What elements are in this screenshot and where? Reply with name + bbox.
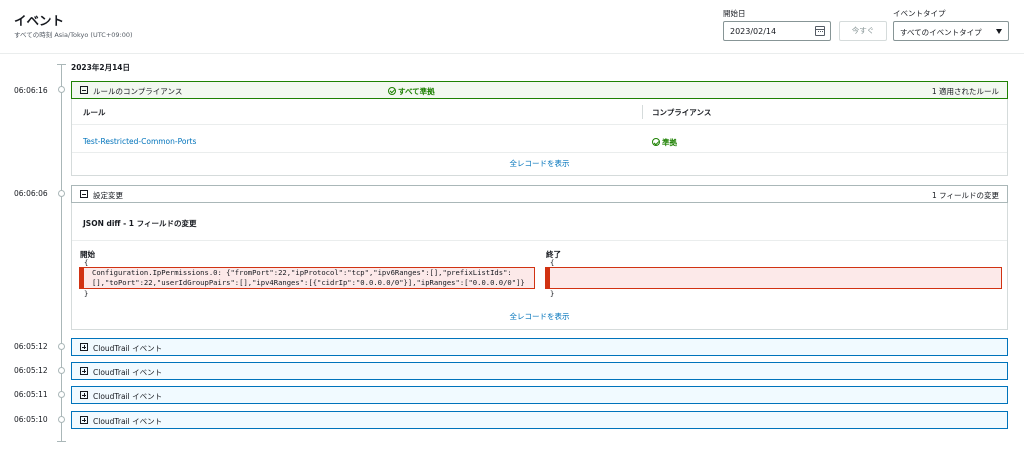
diff-heading-text: JSON diff - 1 フィールドの変更 — [83, 219, 197, 228]
event-time: 06:06:16 — [14, 86, 48, 95]
collapse-icon[interactable] — [80, 190, 88, 198]
timeline-dot — [58, 391, 65, 398]
event-time: 06:05:12 — [14, 366, 48, 375]
cloudtrail-event-header[interactable]: CloudTrail イベント — [71, 338, 1008, 356]
config-event-body: JSON diff - 1 フィールドの変更 開始 終了 { Configura… — [71, 203, 1008, 330]
start-date-label: 開始日 — [723, 9, 746, 18]
diff-heading: JSON diff - 1 フィールドの変更 — [72, 203, 1007, 241]
diff-before-line: Configuration.IpPermissions.0: {"fromPor… — [92, 268, 512, 277]
timeline-end-cap — [57, 441, 66, 442]
event-time: 06:05:10 — [14, 415, 48, 424]
compliance-event-title: ルールのコンプライアンス — [93, 86, 183, 96]
expand-icon[interactable] — [80, 416, 88, 424]
page-title: イベント — [14, 13, 65, 28]
start-date-value: 2023/02/14 — [730, 27, 777, 36]
timeline-dot — [58, 343, 65, 350]
check-circle-icon — [652, 138, 660, 146]
view-all-records-link[interactable]: 全レコードを表示 — [72, 311, 1007, 322]
timeline-start-cap — [57, 64, 66, 65]
expand-icon[interactable] — [80, 343, 88, 351]
cloudtrail-event-title: CloudTrail イベント — [93, 391, 163, 401]
calendar-icon[interactable] — [815, 26, 825, 36]
event-type-label: イベントタイプ — [893, 9, 946, 18]
config-summary: 1 フィールドの変更 — [931, 190, 999, 200]
column-header-rule: ルール — [83, 108, 106, 117]
caret-down-icon — [996, 29, 1002, 34]
rule-link[interactable]: Test-Restricted-Common-Ports — [83, 137, 196, 146]
timeline-dot — [58, 190, 65, 197]
compliance-status: すべて準拠 — [388, 86, 435, 97]
config-event-header[interactable]: 設定変更 1 フィールドの変更 — [71, 185, 1008, 203]
diff-before-close: } — [84, 289, 89, 298]
start-date-input[interactable]: 2023/02/14 — [723, 21, 831, 41]
config-event-title: 設定変更 — [93, 190, 123, 200]
timeline-date-heading: 2023年2月14日 — [71, 63, 131, 72]
cloudtrail-event-title: CloudTrail イベント — [93, 367, 163, 377]
check-circle-icon — [388, 86, 396, 95]
expand-icon[interactable] — [80, 367, 88, 375]
view-all-records-link[interactable]: 全レコードを表示 — [72, 158, 1007, 169]
compliance-summary: 1 適用されたルール — [931, 86, 999, 96]
table-row: Test-Restricted-Common-Ports 準拠 — [72, 129, 1007, 153]
cloudtrail-event-header[interactable]: CloudTrail イベント — [71, 386, 1008, 404]
collapse-icon[interactable] — [80, 86, 88, 94]
expand-icon[interactable] — [80, 391, 88, 399]
cloudtrail-event-title: CloudTrail イベント — [93, 343, 163, 353]
timeline-line — [61, 64, 62, 442]
diff-empty-block — [545, 267, 1002, 289]
event-time: 06:05:12 — [14, 342, 48, 351]
cloudtrail-event-title: CloudTrail イベント — [93, 416, 163, 426]
compliance-event-body: ルール コンプライアンス Test-Restricted-Common-Port… — [71, 99, 1008, 176]
diff-after-close: } — [550, 289, 555, 298]
timeline-dot — [58, 86, 65, 93]
now-button[interactable]: 今すぐ — [839, 21, 887, 41]
timeline-dot — [58, 416, 65, 423]
cloudtrail-event-header[interactable]: CloudTrail イベント — [71, 362, 1008, 380]
compliance-status-text: すべて準拠 — [398, 86, 435, 96]
table-header: ルール コンプライアンス — [72, 99, 1007, 125]
timeline-dot — [58, 367, 65, 374]
column-divider — [642, 105, 643, 119]
compliance-event-header[interactable]: ルールのコンプライアンス すべて準拠 1 適用されたルール — [71, 81, 1008, 99]
event-type-select[interactable]: すべてのイベントタイプ — [893, 21, 1009, 41]
event-time: 06:05:11 — [14, 390, 48, 399]
timezone-subtitle: すべての時刻 Asia/Tokyo (UTC+09:00) — [14, 31, 133, 39]
diff-before-line: [],"toPort":22,"userIdGroupPairs":[],"ip… — [92, 278, 525, 287]
compliance-value: 準拠 — [662, 138, 677, 147]
cloudtrail-event-header[interactable]: CloudTrail イベント — [71, 411, 1008, 429]
column-header-compliance: コンプライアンス — [652, 108, 712, 117]
event-time: 06:06:06 — [14, 189, 48, 198]
header-divider — [0, 53, 1024, 54]
event-type-value: すべてのイベントタイプ — [900, 28, 982, 37]
compliance-cell: 準拠 — [652, 137, 677, 148]
